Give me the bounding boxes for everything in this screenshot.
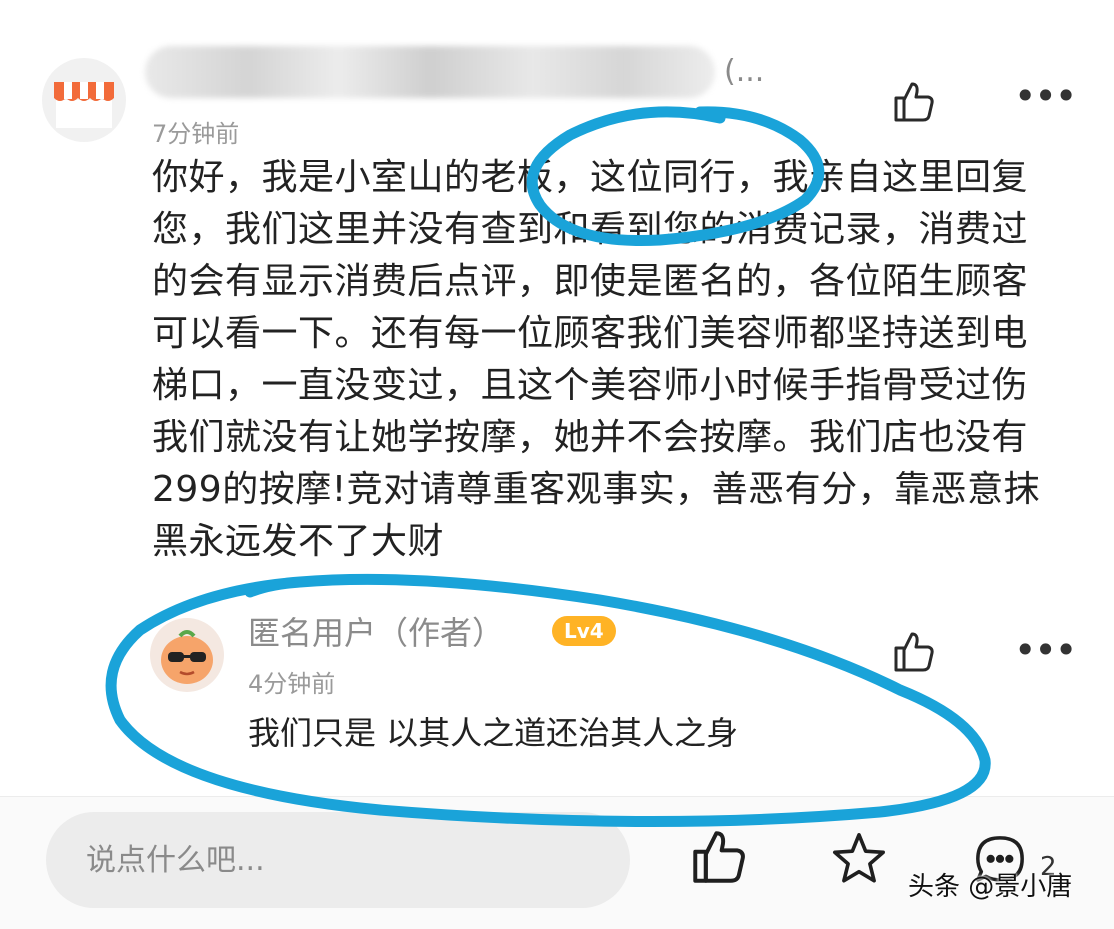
storefront-icon <box>54 82 114 128</box>
reply-body: 我们只是 以其人之道还治其人之身 <box>248 714 739 752</box>
sunglasses-avatar-icon <box>161 630 213 684</box>
comment-input[interactable] <box>46 812 630 908</box>
comment-body: 你好，我是小室山的老板，这位同行，我亲自这里回复 您，我们这里并没有查到和看到您… <box>152 157 1041 562</box>
author-name-suffix: (... <box>724 54 765 89</box>
reply-author-name[interactable]: 匿名用户（作者） <box>248 608 504 654</box>
more-options-icon[interactable]: ••• <box>1014 77 1077 115</box>
star-icon[interactable] <box>830 830 888 892</box>
shop-avatar[interactable] <box>42 58 126 142</box>
thumbs-up-icon[interactable] <box>690 828 748 890</box>
thumbs-up-icon[interactable] <box>892 630 936 674</box>
reply-timestamp: 4分钟前 <box>248 670 336 698</box>
reply-avatar[interactable] <box>150 618 224 692</box>
watermark: 头条 @景小唐 <box>908 872 1073 902</box>
level-badge: Lv4 <box>552 616 616 646</box>
comment-timestamp: 7分钟前 <box>152 120 240 148</box>
annotation-ellipse-bottom <box>105 573 991 828</box>
blurred-author-name <box>145 46 715 98</box>
thumbs-up-icon[interactable] <box>892 80 936 124</box>
more-options-icon[interactable]: ••• <box>1014 631 1077 669</box>
